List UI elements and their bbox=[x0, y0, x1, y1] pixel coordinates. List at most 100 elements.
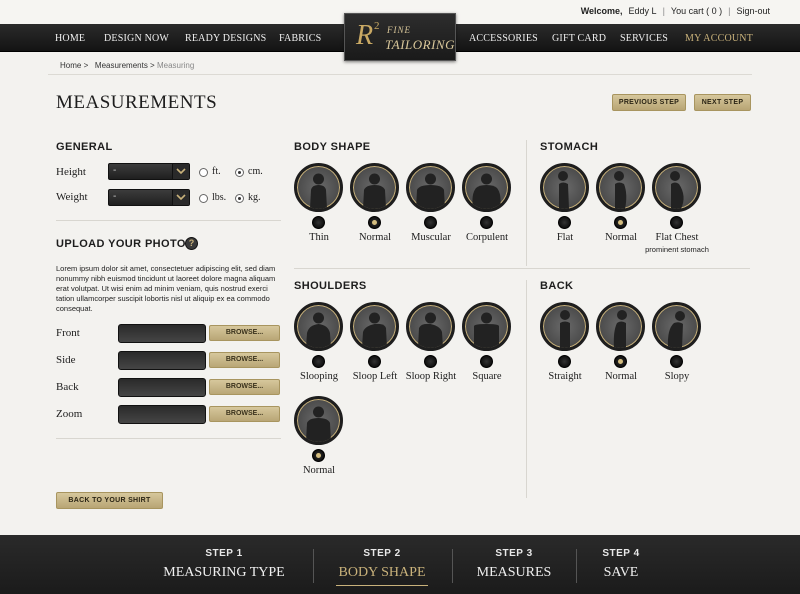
weight-kg-radio[interactable] bbox=[235, 194, 244, 203]
separator: | bbox=[728, 6, 731, 16]
upload-zoom-label: Zoom bbox=[56, 408, 83, 420]
back-slopy-icon bbox=[652, 302, 701, 351]
brand-logo[interactable]: R 2 FINE TAILORING bbox=[344, 13, 456, 61]
logo-superscript: 2 bbox=[374, 20, 380, 32]
breadcrumb-home[interactable]: Home > bbox=[60, 61, 88, 70]
column-divider bbox=[526, 140, 527, 266]
shoulders-square-icon bbox=[462, 302, 511, 351]
browse-back-button[interactable]: BROWSE... bbox=[209, 379, 280, 395]
stomach-flat-chest-icon bbox=[652, 163, 701, 212]
back-straight-radio[interactable] bbox=[558, 355, 571, 368]
upload-description: Lorem ipsum dolor sit amet, consectetuer… bbox=[56, 264, 276, 313]
shoulders-normal-icon bbox=[294, 396, 343, 445]
previous-step-button[interactable]: PREVIOUS STEP bbox=[612, 94, 686, 111]
step-4-number: STEP 4 bbox=[602, 548, 640, 559]
shoulders-square-radio[interactable] bbox=[480, 355, 493, 368]
nav-gift-card[interactable]: GIFT CARD bbox=[552, 33, 606, 44]
upload-back-field[interactable] bbox=[118, 378, 206, 397]
step-3-label: MEASURES bbox=[476, 565, 552, 580]
stomach-normal-icon bbox=[596, 163, 645, 212]
body-shape-corpulent-label: Corpulent bbox=[466, 232, 508, 243]
breadcrumb-current: Measuring bbox=[156, 61, 195, 70]
nav-services[interactable]: SERVICES bbox=[620, 33, 668, 44]
nav-fabrics[interactable]: FABRICS bbox=[279, 33, 321, 44]
body-shape-muscular-radio[interactable] bbox=[424, 216, 437, 229]
upload-back-label: Back bbox=[56, 381, 79, 393]
column-divider bbox=[526, 280, 527, 498]
step-1-number: STEP 1 bbox=[205, 548, 243, 559]
browse-front-button[interactable]: BROWSE... bbox=[209, 325, 280, 341]
back-straight-icon bbox=[540, 302, 589, 351]
user-name-link[interactable]: Eddy L bbox=[629, 6, 657, 16]
body-shape-thin-radio[interactable] bbox=[312, 216, 325, 229]
upload-side-field[interactable] bbox=[118, 351, 206, 370]
upload-heading: UPLOAD YOUR PHOTO bbox=[56, 238, 186, 250]
height-ft-radio[interactable] bbox=[199, 168, 208, 177]
stomach-flat-chest-sublabel: prominent stomach bbox=[645, 245, 709, 254]
page-title: MEASUREMENTS bbox=[56, 92, 218, 113]
height-cm-label: cm. bbox=[248, 166, 263, 177]
chevron-down-icon bbox=[172, 164, 189, 179]
step-2[interactable]: STEP 2 BODY SHAPE bbox=[336, 548, 428, 586]
shoulders-slooping-radio[interactable] bbox=[312, 355, 325, 368]
next-step-button[interactable]: NEXT STEP bbox=[694, 94, 751, 111]
stomach-flat-icon bbox=[540, 163, 589, 212]
back-slopy-radio[interactable] bbox=[670, 355, 683, 368]
weight-lbs-radio[interactable] bbox=[199, 194, 208, 203]
breadcrumb: Home > Measurements > Measuring bbox=[60, 61, 194, 70]
nav-my-account[interactable]: MY ACCOUNT bbox=[685, 33, 753, 44]
upload-front-field[interactable] bbox=[118, 324, 206, 343]
shoulders-sloop-right-radio[interactable] bbox=[424, 355, 437, 368]
browse-side-button[interactable]: BROWSE... bbox=[209, 352, 280, 368]
utility-links: Welcome, Eddy L | You cart ( 0 ) | Sign-… bbox=[581, 6, 770, 16]
stomach-flat-radio[interactable] bbox=[558, 216, 571, 229]
step-1[interactable]: STEP 1 MEASURING TYPE bbox=[157, 548, 291, 581]
stomach-flat-chest-radio[interactable] bbox=[670, 216, 683, 229]
body-muscular-icon bbox=[406, 163, 455, 212]
shoulders-normal-label: Normal bbox=[302, 465, 336, 476]
step-4[interactable]: STEP 4 SAVE bbox=[598, 548, 644, 581]
weight-kg-label: kg. bbox=[248, 192, 261, 203]
height-select[interactable]: - bbox=[108, 163, 190, 180]
step-separator bbox=[576, 549, 577, 583]
signout-link[interactable]: Sign-out bbox=[736, 6, 770, 16]
shoulders-square-label: Square bbox=[472, 371, 502, 382]
weight-lbs-label: lbs. bbox=[212, 192, 227, 203]
upload-zoom-field[interactable] bbox=[118, 405, 206, 424]
logo-tailoring: TAILORING bbox=[385, 37, 455, 52]
back-normal-radio[interactable] bbox=[614, 355, 627, 368]
breadcrumb-measurements[interactable]: Measurements > bbox=[95, 61, 155, 70]
step-4-label: SAVE bbox=[603, 565, 639, 580]
browse-zoom-button[interactable]: BROWSE... bbox=[209, 406, 280, 422]
weight-select[interactable]: - bbox=[108, 189, 190, 206]
shoulders-heading: SHOULDERS bbox=[294, 280, 367, 292]
back-to-shirt-button[interactable]: BACK TO YOUR SHIRT bbox=[56, 492, 163, 509]
body-shape-corpulent-radio[interactable] bbox=[480, 216, 493, 229]
chevron-down-icon bbox=[172, 190, 189, 205]
welcome-text: Welcome, bbox=[580, 6, 623, 16]
divider bbox=[48, 74, 752, 75]
body-thin-icon bbox=[294, 163, 343, 212]
body-shape-normal-radio[interactable] bbox=[368, 216, 381, 229]
nav-home[interactable]: HOME bbox=[55, 33, 85, 44]
cart-link[interactable]: You cart ( 0 ) bbox=[671, 6, 722, 16]
step-3[interactable]: STEP 3 MEASURES bbox=[472, 548, 556, 581]
shoulders-sloop-left-icon bbox=[350, 302, 399, 351]
nav-accessories[interactable]: ACCESSORIES bbox=[469, 33, 538, 44]
height-select-value: - bbox=[113, 165, 117, 176]
divider bbox=[56, 220, 281, 221]
shoulders-normal-radio[interactable] bbox=[312, 449, 325, 462]
stomach-normal-radio[interactable] bbox=[614, 216, 627, 229]
weight-label: Weight bbox=[56, 191, 88, 203]
back-heading: BACK bbox=[540, 280, 574, 292]
shoulders-sloop-left-radio[interactable] bbox=[368, 355, 381, 368]
height-ft-label: ft. bbox=[212, 166, 221, 177]
logo-letter: R bbox=[356, 20, 374, 51]
help-icon[interactable]: ? bbox=[185, 237, 198, 250]
height-cm-radio[interactable] bbox=[235, 168, 244, 177]
upload-front-label: Front bbox=[56, 327, 80, 339]
separator: | bbox=[662, 6, 665, 16]
nav-design-now[interactable]: DESIGN NOW bbox=[104, 33, 169, 44]
height-label: Height bbox=[56, 166, 86, 178]
nav-ready-designs[interactable]: READY DESIGNS bbox=[185, 33, 266, 44]
